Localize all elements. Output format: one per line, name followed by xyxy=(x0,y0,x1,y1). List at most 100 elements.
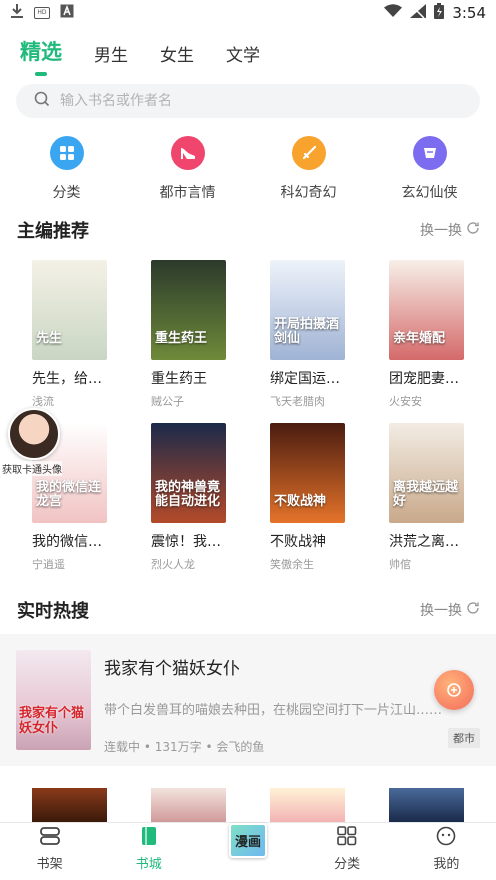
refresh-button[interactable]: 换一换 xyxy=(420,600,480,620)
hot-book-card[interactable]: 我家有个猫妖女仆 我家有个猫妖女仆 带个白发兽耳的喵娘去种田，在桃园空间打下一片… xyxy=(0,634,496,766)
meta-separator: • xyxy=(143,740,151,754)
refresh-button[interactable]: 换一换 xyxy=(420,220,480,240)
book-author: 飞天老腊肉 xyxy=(270,395,325,408)
category-xuanhuan-xianxia[interactable]: 玄幻仙侠 xyxy=(375,136,485,210)
status-right: 3:54 xyxy=(384,3,486,23)
nav-manga[interactable]: 漫画 xyxy=(198,823,297,880)
download-icon xyxy=(10,3,24,23)
top-tabs: 精选 男生 女生 文学 xyxy=(0,26,496,74)
cartoon-avatar-widget[interactable] xyxy=(8,408,60,460)
hot-book-info: 我家有个猫妖女仆 带个白发兽耳的喵娘去种田，在桃园空间打下一片江山…… 连载中 … xyxy=(104,650,480,766)
book-author: 会飞的鱼 xyxy=(216,740,265,754)
search-input[interactable] xyxy=(60,93,440,109)
book-cover: 重生药王 xyxy=(151,260,226,360)
book-item[interactable]: 开局拍摄酒剑仙绑定国运… 飞天老腊肉 xyxy=(238,260,357,409)
refresh-label: 换一换 xyxy=(420,223,462,239)
sword-icon xyxy=(291,136,326,170)
search-icon xyxy=(34,91,50,111)
bookstore-icon xyxy=(138,826,160,850)
tab-female[interactable]: 女生 xyxy=(160,41,194,74)
section-title: 主编推荐 xyxy=(17,221,89,242)
category-label: 玄幻仙侠 xyxy=(401,185,458,201)
category-label: 都市言情 xyxy=(159,185,216,201)
next-row-peek xyxy=(0,788,496,822)
profile-icon xyxy=(435,826,457,850)
book-item[interactable]: 不败战神 不败战神 笑傲余生 xyxy=(238,423,357,572)
signal-icon xyxy=(410,4,427,22)
status-left: HD xyxy=(10,3,74,23)
manga-icon: 漫画 xyxy=(228,823,267,858)
refresh-icon xyxy=(466,221,480,239)
hd-icon: HD xyxy=(34,7,50,19)
scroll-icon xyxy=(412,136,447,170)
book-cover: 我的神兽竟能自动进化 xyxy=(151,423,226,523)
tab-male[interactable]: 男生 xyxy=(94,41,128,74)
book-item[interactable]: 重生药王 重生药王 贼公子 xyxy=(119,260,238,409)
status-time: 3:54 xyxy=(452,4,486,22)
book-title: 震惊！我… xyxy=(151,534,221,550)
book-title: 绑定国运… xyxy=(270,371,340,387)
status-bar: HD 3:54 xyxy=(0,0,496,26)
battery-icon xyxy=(434,3,445,23)
genre-tag: 都市 xyxy=(448,728,480,748)
nav-label: 书城 xyxy=(135,857,162,872)
editor-picks-header: 主编推荐 换一换 xyxy=(0,210,496,250)
nav-profile[interactable]: 我的 xyxy=(397,823,496,880)
cover-title: 重生药王 xyxy=(155,331,208,346)
section-title: 实时热搜 xyxy=(17,601,89,622)
book-author: 贼公子 xyxy=(151,395,184,408)
nav-label: 我的 xyxy=(433,857,460,872)
category-classify[interactable]: 分类 xyxy=(12,136,122,210)
category-label: 科幻奇幻 xyxy=(280,185,337,201)
book-cover: 离我越远越好 xyxy=(389,423,464,523)
book-cover xyxy=(151,788,226,822)
search-bar[interactable] xyxy=(16,84,480,118)
category-urban-romance[interactable]: 都市言情 xyxy=(133,136,243,210)
cover-title: 我的神兽竟能自动进化 xyxy=(155,480,221,509)
cover-title: 我家有个猫妖女仆 xyxy=(19,706,85,736)
bottom-nav: 书架 书城 漫画 分类 我的 xyxy=(0,822,496,880)
meta-separator: • xyxy=(205,740,213,754)
book-title: 洪荒之离… xyxy=(389,534,459,550)
book-item[interactable]: 离我越远越好洪荒之离… 帅倌 xyxy=(357,423,476,572)
book-cover xyxy=(32,788,107,822)
nav-bookstore[interactable]: 书城 xyxy=(99,823,198,880)
cover-title: 我的微信连龙宫 xyxy=(36,480,102,509)
book-cover: 开局拍摄酒剑仙 xyxy=(270,260,345,360)
book-cover: 不败战神 xyxy=(270,423,345,523)
book-cover: 亲年婚配 xyxy=(389,260,464,360)
tab-literature[interactable]: 文学 xyxy=(226,41,260,74)
category-scifi-fantasy[interactable]: 科幻奇幻 xyxy=(254,136,364,210)
book-description: 带个白发兽耳的喵娘去种田，在桃园空间打下一片江山…… xyxy=(104,703,443,718)
book-cover xyxy=(270,788,345,822)
avatar-caption: 获取卡通头像 xyxy=(2,461,62,476)
book-cover xyxy=(389,788,464,822)
nav-category[interactable]: 分类 xyxy=(298,823,397,880)
book-title: 我家有个猫妖女仆 xyxy=(104,659,240,679)
a-icon xyxy=(60,4,74,22)
book-item[interactable]: 我的神兽竟能自动进化震惊！我… 烈火人龙 xyxy=(119,423,238,572)
book-title: 团宠肥妻… xyxy=(389,371,459,387)
book-title: 先生，给… xyxy=(32,371,102,387)
cover-title: 亲年婚配 xyxy=(393,331,446,346)
book-author: 帅倌 xyxy=(389,558,411,571)
gift-float-icon[interactable] xyxy=(434,670,474,710)
tab-featured[interactable]: 精选 xyxy=(20,36,62,74)
hot-search-header: 实时热搜 换一换 xyxy=(0,590,496,630)
book-author: 浅流 xyxy=(32,395,54,408)
category-shortcuts: 分类 都市言情 科幻奇幻 玄幻仙侠 xyxy=(0,118,496,210)
book-author: 宁逍遥 xyxy=(32,558,65,571)
heel-icon xyxy=(170,136,205,170)
grid-icon xyxy=(49,136,84,170)
book-cover: 先生 xyxy=(32,260,107,360)
refresh-label: 换一换 xyxy=(420,603,462,619)
book-author: 烈火人龙 xyxy=(151,558,195,571)
wifi-icon xyxy=(384,4,403,22)
nav-bookshelf[interactable]: 书架 xyxy=(0,823,99,880)
category-label: 分类 xyxy=(52,185,81,201)
category-icon xyxy=(336,826,358,850)
book-item[interactable]: 先生先生，给… 浅流 xyxy=(0,260,119,409)
book-title: 我的微信… xyxy=(32,534,102,550)
book-item[interactable]: 亲年婚配 团宠肥妻… 火安安 xyxy=(357,260,476,409)
book-meta: 连载中 • 131万字 • 会飞的鱼 xyxy=(104,738,480,755)
